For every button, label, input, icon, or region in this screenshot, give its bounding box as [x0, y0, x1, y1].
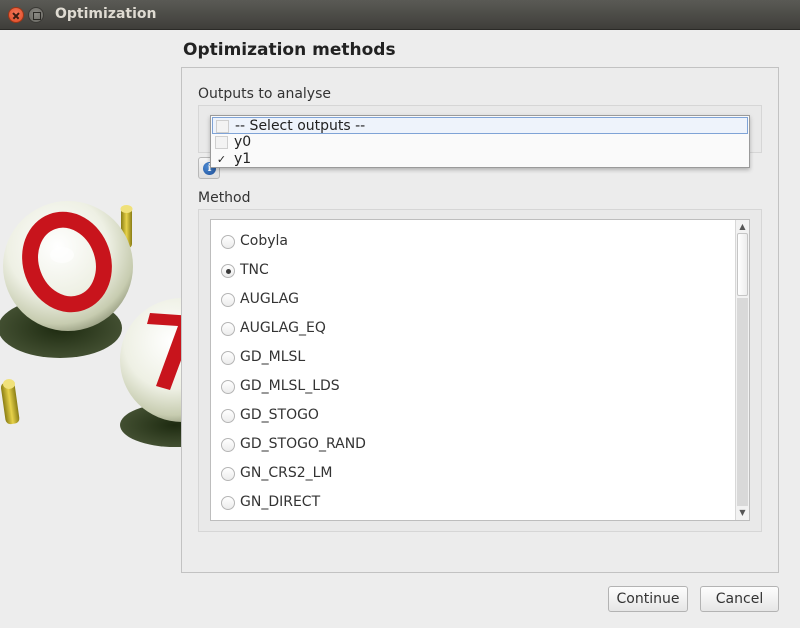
check-icon[interactable]: ✓: [215, 153, 228, 166]
method-option-label: GD_STOGO: [240, 407, 319, 423]
dropdown-item-label: y0: [234, 134, 252, 150]
method-label: Method: [198, 190, 251, 206]
dropdown-checkbox[interactable]: [216, 120, 229, 133]
method-option-label: AUGLAG_EQ: [240, 320, 326, 336]
radio-button[interactable]: [221, 235, 235, 249]
cancel-button[interactable]: Cancel: [700, 586, 779, 612]
method-option[interactable]: GD_MLSL_LDS: [221, 377, 721, 397]
window-titlebar: Optimization: [0, 0, 800, 30]
radio-button[interactable]: [221, 496, 235, 510]
method-option[interactable]: GN_DIRECT: [221, 493, 721, 513]
radio-button[interactable]: [221, 409, 235, 423]
window-title: Optimization: [55, 6, 157, 22]
method-option-label: Cobyla: [240, 233, 288, 249]
method-option-label: AUGLAG: [240, 291, 299, 307]
method-option[interactable]: GD_STOGO_RAND: [221, 435, 721, 455]
dropdown-item-label: -- Select outputs --: [235, 118, 366, 134]
scroll-down-icon[interactable]: ▼: [738, 508, 747, 518]
method-option[interactable]: GN_CRS2_LM: [221, 464, 721, 484]
method-option-label: GD_STOGO_RAND: [240, 436, 366, 452]
radio-button[interactable]: [221, 380, 235, 394]
scrollbar-track[interactable]: [737, 298, 748, 506]
maximize-icon[interactable]: [28, 7, 44, 23]
method-list-scrollbar[interactable]: ▲ ▼: [735, 220, 749, 520]
method-option[interactable]: TNC: [221, 261, 721, 281]
radio-button[interactable]: [221, 322, 235, 336]
scrollbar-thumb[interactable]: [737, 233, 748, 296]
radio-button[interactable]: [221, 467, 235, 481]
continue-button[interactable]: Continue: [608, 586, 688, 612]
method-option-label: GN_DIRECT: [240, 494, 321, 510]
scroll-up-icon[interactable]: ▲: [738, 222, 747, 232]
method-option-label: GD_MLSL_LDS: [240, 378, 340, 394]
method-option[interactable]: GD_MLSL: [221, 348, 721, 368]
dropdown-item-y1[interactable]: ✓ y1: [212, 151, 748, 168]
page-title: Optimization methods: [183, 40, 396, 60]
outputs-dropdown[interactable]: -- Select outputs -- y0 ✓ y1: [210, 115, 750, 168]
method-option-label: TNC: [240, 262, 269, 278]
method-list[interactable]: Cobyla TNC AUGLAG AUGLAG_EQ GD_MLSL GD_M…: [210, 219, 750, 521]
method-option[interactable]: GD_STOGO: [221, 406, 721, 426]
dropdown-item-select-outputs[interactable]: -- Select outputs --: [212, 117, 748, 134]
radio-button[interactable]: [221, 264, 235, 278]
dropdown-checkbox[interactable]: [215, 136, 228, 149]
radio-button[interactable]: [221, 351, 235, 365]
method-option-label: GN_CRS2_LM: [240, 465, 333, 481]
radio-button[interactable]: [221, 438, 235, 452]
outputs-label: Outputs to analyse: [198, 86, 331, 102]
method-option[interactable]: AUGLAG: [221, 290, 721, 310]
radio-button[interactable]: [221, 293, 235, 307]
dropdown-item-y0[interactable]: y0: [212, 134, 748, 151]
method-option-label: GD_MLSL: [240, 349, 306, 365]
close-icon[interactable]: [8, 7, 24, 23]
method-option[interactable]: AUGLAG_EQ: [221, 319, 721, 339]
method-option[interactable]: Cobyla: [221, 232, 721, 252]
dropdown-item-label: y1: [234, 151, 252, 167]
